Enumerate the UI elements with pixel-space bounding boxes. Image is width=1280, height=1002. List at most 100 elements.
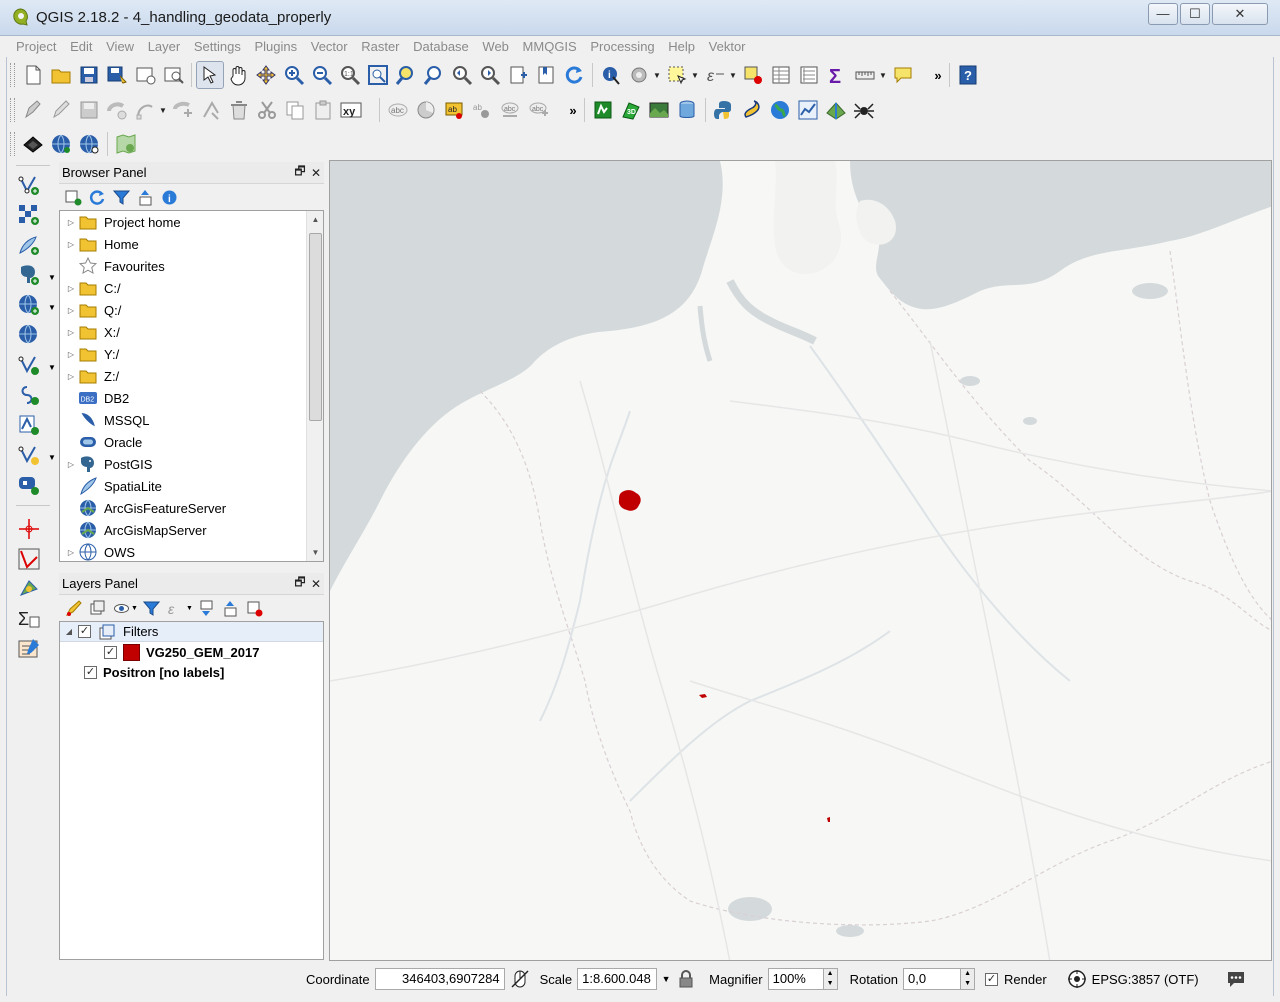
close-panel-icon[interactable]: ✕ [308,166,324,180]
close-panel-icon[interactable]: ✕ [308,577,324,591]
rotation-field[interactable]: 0,0 [903,968,962,990]
select-by-expression-icon[interactable]: ε [701,61,729,89]
new-print-composer-icon[interactable] [131,61,159,89]
float-panel-icon[interactable]: 🗗 [292,573,308,594]
chevron-down-icon[interactable]: ▼ [879,71,887,80]
menu-database[interactable]: Database [408,36,474,57]
crs-status[interactable]: EPSG:3857 (OTF) [1092,972,1199,987]
web-search-globe-icon[interactable] [75,130,103,158]
menu-settings[interactable]: Settings [189,36,246,57]
zoom-out-icon[interactable] [308,61,336,89]
toolbar-handle[interactable] [10,98,15,122]
maximize-button[interactable]: ☐ [1180,3,1210,25]
show-bookmarks-icon[interactable] [532,61,560,89]
pan-to-selection-icon[interactable] [252,61,280,89]
browser-item-arcgisfeatureserver[interactable]: ArcGisFeatureServer [60,497,323,519]
layer-visibility-checkbox[interactable]: ✓ [104,645,117,659]
web-service-globe-icon[interactable] [47,130,75,158]
browser-tree[interactable]: ▷ Project home ▷ Home Favourites ▷ C:/ ▷ Q:/ ▷ X:/… [59,210,324,562]
layer-row[interactable]: ✓ Positron [no labels] [60,662,323,682]
filter-icon[interactable] [111,187,131,207]
scale-combobox[interactable]: 1:8.600.048 [577,968,658,990]
db-manager-icon[interactable] [673,96,701,124]
menu-processing[interactable]: Processing [585,36,659,57]
menu-help[interactable]: Help [663,36,700,57]
add-virtual-layer-icon[interactable] [14,381,44,409]
current-edits-icon[interactable] [19,96,47,124]
identify-features-icon[interactable]: i [597,61,625,89]
vector-geometry-icon[interactable] [14,545,44,573]
expand-arrow-icon[interactable]: ▷ [64,372,78,381]
filter-legend-icon[interactable] [142,598,162,618]
browser-item-project-home[interactable]: ▷ Project home [60,211,323,233]
chevron-down-icon[interactable]: ▼ [48,303,56,312]
scroll-up-arrow-icon[interactable]: ▲ [307,211,323,228]
menu-web[interactable]: Web [477,36,514,57]
collapse-arrow-icon[interactable]: ◢ [62,627,76,636]
toolbar-handle[interactable] [10,132,15,156]
menu-plugins[interactable]: Plugins [249,36,302,57]
expand-arrow-icon[interactable]: ▷ [64,240,78,249]
add-wcs-layer-icon[interactable] [14,471,44,499]
satellite-tool-icon[interactable] [14,575,44,603]
chevron-down-icon[interactable]: ▼ [131,605,138,612]
add-postgis-layer-icon[interactable] [14,261,44,289]
menu-vektor[interactable]: Vektor [704,36,751,57]
chevron-down-icon[interactable]: ▼ [48,363,56,372]
browser-item-arcgismapserver[interactable]: ArcGisMapServer [60,519,323,541]
new-spatial-bookmark-icon[interactable] [504,61,532,89]
browser-scrollbar[interactable]: ▲ ▼ [306,211,323,561]
add-spatialite-layer-icon[interactable] [14,231,44,259]
add-oracle-layer-icon[interactable] [14,441,44,469]
messages-icon[interactable] [1221,970,1251,988]
properties-info-icon[interactable]: i [159,187,179,207]
profile-tool-icon[interactable] [794,96,822,124]
group-visibility-checkbox[interactable]: ✓ [78,625,91,638]
open-project-icon[interactable] [47,61,75,89]
grass-tools-icon[interactable] [589,96,617,124]
menu-project[interactable]: Project [11,36,61,57]
menu-layer[interactable]: Layer [143,36,186,57]
rotate-label-icon[interactable]: abc [524,96,552,124]
zoom-native-icon[interactable]: 1:1 [336,61,364,89]
layer-row[interactable]: ✓ VG250_GEM_2017 [60,642,323,662]
chevron-down-icon[interactable]: ▼ [48,273,56,282]
toolbar-overflow-button[interactable]: » [931,68,945,83]
refresh-icon[interactable] [560,61,588,89]
globe-plugin-icon[interactable] [766,96,794,124]
raster-image-icon[interactable] [645,96,673,124]
crs-globe-icon[interactable] [1062,970,1092,988]
deselect-all-icon[interactable] [739,61,767,89]
close-button[interactable]: ✕ [1212,3,1268,25]
add-vector-layer-icon[interactable] [14,171,44,199]
float-panel-icon[interactable]: 🗗 [292,162,308,183]
delete-selected-icon[interactable] [225,96,253,124]
lock-scale-icon[interactable] [675,970,697,988]
minimize-button[interactable]: — [1148,3,1178,25]
zoom-in-icon[interactable] [280,61,308,89]
browser-item-c[interactable]: ▷ C:/ [60,277,323,299]
browser-item-x[interactable]: ▷ X:/ [60,321,323,343]
browser-item-postgis[interactable]: ▷ PostGIS [60,453,323,475]
chevron-down-icon[interactable]: ▼ [729,71,737,80]
zoom-to-layer-icon[interactable] [420,61,448,89]
add-raster-layer-icon[interactable] [14,201,44,229]
browser-item-mssql[interactable]: MSSQL [60,409,323,431]
add-circle-crosshair-icon[interactable] [14,515,44,543]
copy-features-icon[interactable] [281,96,309,124]
add-delimited-text-layer-icon[interactable] [14,351,44,379]
remove-layer-icon[interactable] [245,598,265,618]
collapse-all-icon[interactable] [135,187,155,207]
chevron-down-icon[interactable]: ▼ [657,974,675,984]
scroll-thumb[interactable] [309,233,322,421]
expand-arrow-icon[interactable]: ▷ [64,306,78,315]
zoom-full-icon[interactable] [364,61,392,89]
zoom-next-icon[interactable] [476,61,504,89]
browser-item-db2[interactable]: DB2 DB2 [60,387,323,409]
chevron-down-icon[interactable]: ▼ [159,106,167,115]
grass-3d-icon[interactable]: 3D [617,96,645,124]
layer-group-row[interactable]: ◢ ✓ Filters [60,622,323,642]
chevron-down-icon[interactable]: ▼ [691,71,699,80]
diagram-toolbar-icon[interactable] [412,96,440,124]
browser-item-y[interactable]: ▷ Y:/ [60,343,323,365]
